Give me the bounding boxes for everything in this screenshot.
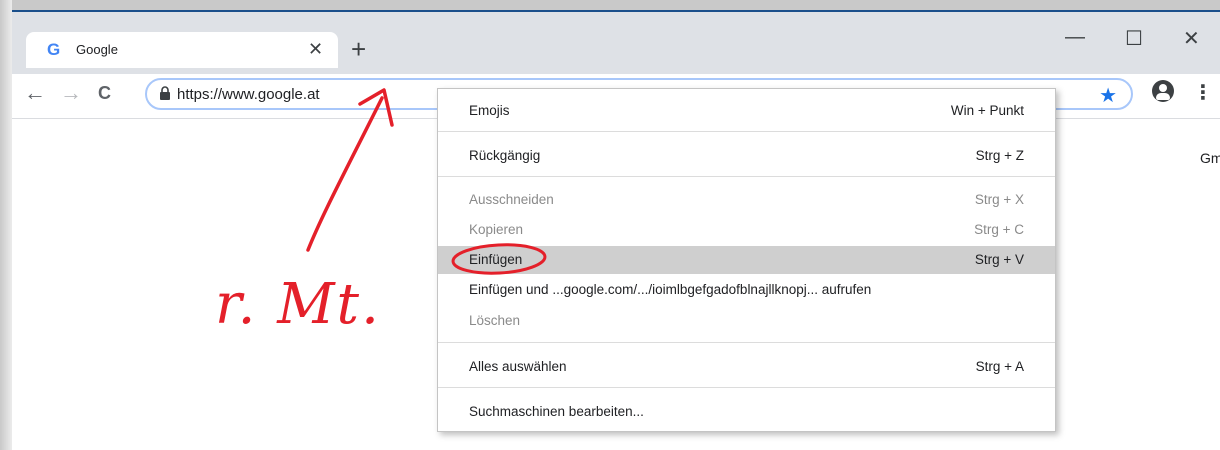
bookmark-star-icon[interactable]: ★ bbox=[1099, 83, 1117, 108]
minimize-button[interactable]: — bbox=[1065, 26, 1085, 49]
menu-item-shortcut: Strg + X bbox=[974, 192, 1024, 207]
window-frame-edge bbox=[0, 0, 12, 450]
menu-separator bbox=[438, 342, 1055, 343]
new-tab-button[interactable]: + bbox=[351, 36, 366, 62]
window-frame-accent bbox=[12, 10, 1220, 12]
menu-item-edit-search-engines[interactable]: Suchmaschinen bearbeiten... bbox=[438, 398, 1055, 426]
menu-item-shortcut: Win + Punkt bbox=[950, 103, 1024, 118]
menu-separator bbox=[438, 387, 1055, 388]
menu-item-label: Ausschneiden bbox=[469, 192, 554, 207]
menu-item-shortcut: Strg + Z bbox=[975, 148, 1024, 163]
menu-item-label: Alles auswählen bbox=[469, 359, 567, 374]
menu-item-label: Rückgängig bbox=[469, 148, 541, 163]
tab-strip: G Google ✕ + — ☐ ✕ bbox=[12, 12, 1220, 74]
back-arrow-icon[interactable]: ← bbox=[24, 80, 46, 106]
menu-item-shortcut: Strg + C bbox=[974, 222, 1024, 237]
reload-icon[interactable]: C bbox=[98, 83, 111, 104]
menu-item-label: Kopieren bbox=[469, 222, 524, 237]
menu-item-label: Einfügen und ...google.com/.../ioimlbgef… bbox=[469, 282, 872, 297]
menu-item-shortcut: Strg + V bbox=[974, 252, 1024, 267]
menu-item-delete: Löschen bbox=[438, 307, 1055, 335]
window-frame-top bbox=[0, 0, 1220, 10]
chrome-menu-icon[interactable]: ⋮ bbox=[1193, 80, 1213, 105]
gmail-link[interactable]: Gm bbox=[1200, 150, 1220, 166]
annotation-arrow-line bbox=[306, 96, 384, 252]
tab-title: Google bbox=[76, 42, 118, 57]
menu-item-shortcut: Strg + A bbox=[975, 359, 1024, 374]
menu-separator bbox=[438, 176, 1055, 177]
menu-item-emojis[interactable]: Emojis Win + Punkt bbox=[438, 97, 1055, 125]
google-favicon-icon: G bbox=[47, 40, 61, 59]
menu-item-label: Suchmaschinen bearbeiten... bbox=[469, 404, 644, 419]
url-text[interactable]: https://www.google.at bbox=[177, 86, 320, 103]
context-menu: Emojis Win + Punkt Rückgängig Strg + Z A… bbox=[437, 88, 1056, 432]
tab-close-icon[interactable]: ✕ bbox=[308, 39, 323, 60]
annotation-text: r. Mt. bbox=[215, 272, 381, 337]
menu-item-copy: Kopieren Strg + C bbox=[438, 216, 1055, 244]
menu-item-label: Emojis bbox=[469, 103, 510, 118]
tab-google[interactable]: G Google ✕ bbox=[26, 32, 338, 68]
forward-arrow-icon[interactable]: → bbox=[60, 80, 82, 106]
menu-item-paste-and-go[interactable]: Einfügen und ...google.com/.../ioimlbgef… bbox=[438, 276, 1055, 304]
menu-item-undo[interactable]: Rückgängig Strg + Z bbox=[438, 142, 1055, 170]
menu-item-select-all[interactable]: Alles auswählen Strg + A bbox=[438, 353, 1055, 381]
menu-item-cut: Ausschneiden Strg + X bbox=[438, 186, 1055, 214]
profile-avatar-icon[interactable] bbox=[1152, 80, 1174, 102]
maximize-button[interactable]: ☐ bbox=[1125, 26, 1143, 51]
lock-icon bbox=[160, 86, 170, 100]
menu-item-label: Einfügen bbox=[469, 252, 523, 267]
window-close-button[interactable]: ✕ bbox=[1183, 26, 1200, 51]
menu-separator bbox=[438, 131, 1055, 132]
menu-item-paste[interactable]: Einfügen Strg + V bbox=[438, 246, 1055, 274]
menu-item-label: Löschen bbox=[469, 313, 521, 328]
